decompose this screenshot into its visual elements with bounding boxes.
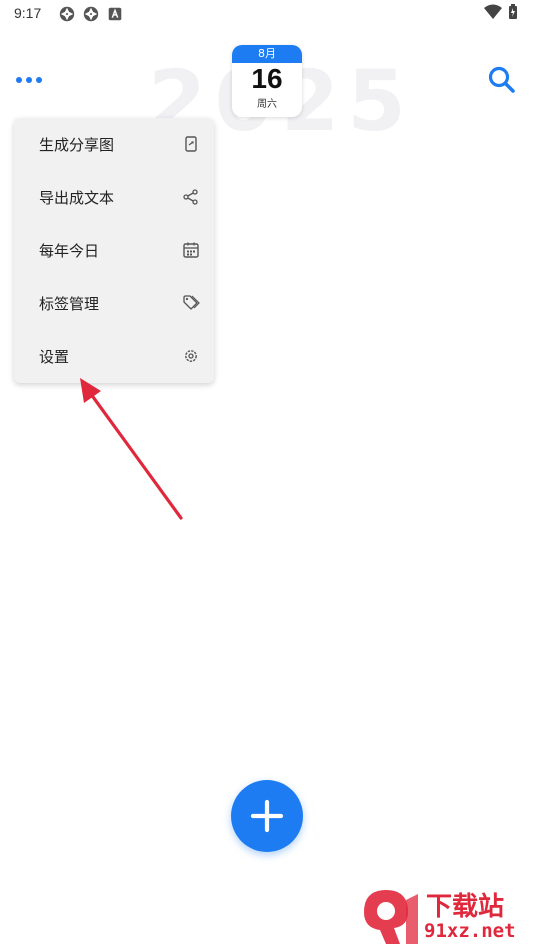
search-button[interactable] xyxy=(486,64,518,96)
menu-item-on-this-day[interactable]: 每年今日 xyxy=(14,224,214,277)
search-icon xyxy=(488,66,515,93)
status-time: 9:17 xyxy=(14,5,42,21)
status-system-icons xyxy=(484,4,518,20)
menu-item-share-image[interactable]: 生成分享图 xyxy=(14,118,214,171)
share-icon xyxy=(183,189,198,205)
annotation-arrow xyxy=(80,378,183,520)
menu-item-label: 生成分享图 xyxy=(39,136,115,154)
tag-icon xyxy=(183,295,200,310)
aperture-icon xyxy=(59,6,75,22)
add-entry-button[interactable] xyxy=(231,780,303,852)
date-day: 16 xyxy=(251,63,283,94)
battery-icon xyxy=(509,4,517,19)
menu-item-label: 每年今日 xyxy=(39,242,100,260)
dot-icon xyxy=(26,77,32,83)
site-watermark: 下载站 91xz.net xyxy=(360,884,532,948)
menu-item-label: 标签管理 xyxy=(39,295,100,313)
watermark-title: 下载站 xyxy=(426,892,505,922)
wifi-icon xyxy=(484,4,502,19)
menu-item-tag-manager[interactable]: 标签管理 xyxy=(14,277,214,330)
plus-icon xyxy=(250,799,284,833)
status-notification-icons xyxy=(58,5,124,23)
menu-item-label: 导出成文本 xyxy=(39,189,115,207)
menu-item-label: 设置 xyxy=(39,348,70,366)
date-month: 8月 xyxy=(232,45,302,63)
more-options-button[interactable] xyxy=(16,70,46,90)
watermark-domain: 91xz.net xyxy=(424,920,516,942)
date-weekday: 周六 xyxy=(257,99,277,110)
calendar-icon xyxy=(183,242,199,258)
logo-icon xyxy=(364,890,418,944)
aperture-icon xyxy=(83,6,99,22)
share-image-icon xyxy=(185,136,197,152)
gear-icon xyxy=(185,350,197,362)
dot-icon xyxy=(36,77,42,83)
font-icon xyxy=(108,7,122,21)
menu-item-export-text[interactable]: 导出成文本 xyxy=(14,171,214,224)
date-badge[interactable]: 8月 16 周六 xyxy=(232,45,302,117)
status-bar: 9:17 xyxy=(0,0,534,28)
dot-icon xyxy=(16,77,22,83)
options-menu: 生成分享图 导出成文本 每年今日 标签管理 设置 xyxy=(14,118,214,383)
